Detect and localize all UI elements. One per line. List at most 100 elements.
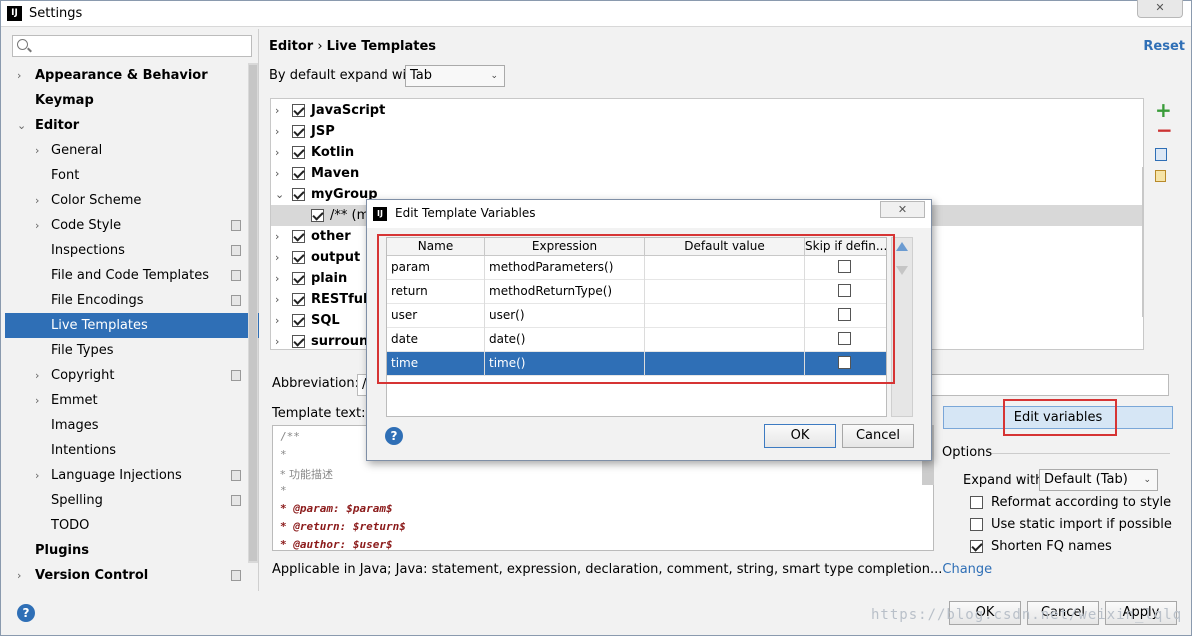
project-scope-icon	[231, 245, 241, 256]
project-scope-icon	[231, 470, 241, 481]
tree-item-label: Font	[51, 168, 80, 183]
group-checkbox[interactable]	[292, 251, 305, 264]
chevron-right-icon: ›	[275, 293, 280, 306]
highlight-box	[1003, 399, 1117, 436]
change-context-icon[interactable]	[1155, 170, 1166, 182]
move-down-icon[interactable]	[896, 266, 908, 275]
group-label: other	[311, 229, 351, 244]
tree-item-editor[interactable]: ⌄ Editor	[5, 113, 259, 138]
group-checkbox[interactable]	[292, 188, 305, 201]
tree-item-version-control[interactable]: › Version Control	[5, 563, 259, 588]
dialog-title-bar: IJ Edit Template Variables ✕	[367, 200, 931, 228]
tree-item-appearance[interactable]: › Appearance & Behavior	[5, 63, 259, 88]
remove-icon[interactable]: −	[1156, 118, 1173, 142]
close-window-button[interactable]: ✕	[1137, 0, 1183, 18]
tree-item-label: File Types	[51, 343, 114, 358]
tree-item-plugins[interactable]: Plugins	[5, 538, 259, 563]
template-line: * @author: $user$	[280, 538, 393, 551]
group-row-kotlin[interactable]: › Kotlin	[271, 142, 1143, 163]
group-label: SQL	[311, 313, 340, 328]
group-checkbox[interactable]	[292, 335, 305, 348]
tree-item-general[interactable]: › General	[5, 138, 259, 163]
tree-item-keymap[interactable]: Keymap	[5, 88, 259, 113]
dialog-close-button[interactable]: ✕	[880, 201, 925, 218]
reformat-checkbox[interactable]	[970, 496, 983, 509]
group-label: JSP	[311, 124, 335, 139]
tree-item-label: Language Injections	[51, 468, 182, 483]
tree-item-label: Inspections	[51, 243, 125, 258]
breadcrumb: Editor › Live Templates	[269, 39, 436, 54]
tree-item-label: TODO	[51, 518, 90, 533]
reset-link[interactable]: Reset	[1143, 39, 1185, 54]
tree-item-code-style[interactable]: › Code Style	[5, 213, 259, 238]
tree-item-intentions[interactable]: Intentions	[5, 438, 259, 463]
group-row-jsp[interactable]: › JSP	[271, 121, 1143, 142]
expand-with-select[interactable]: Default (Tab) ⌄	[1039, 469, 1158, 491]
tree-item-color-scheme[interactable]: › Color Scheme	[5, 188, 259, 213]
group-checkbox[interactable]	[292, 230, 305, 243]
watermark: https://blog.csdn.net/weixin_lqlq	[871, 607, 1183, 623]
project-scope-icon	[231, 220, 241, 231]
group-checkbox[interactable]	[292, 272, 305, 285]
tree-item-language-injections[interactable]: › Language Injections	[5, 463, 259, 488]
static-import-checkbox[interactable]	[970, 518, 983, 531]
expand-select[interactable]: Tab ⌄	[405, 65, 505, 87]
dialog-ok-button[interactable]: OK	[764, 424, 836, 448]
template-line: * 功能描述	[280, 468, 333, 481]
dialog-help-icon[interactable]: ?	[385, 427, 403, 445]
copy-icon[interactable]	[1155, 148, 1167, 161]
project-scope-icon	[231, 570, 241, 581]
chevron-right-icon: ›	[35, 219, 40, 232]
change-context-link[interactable]: Change	[942, 562, 992, 577]
tree-item-file-types[interactable]: File Types	[5, 338, 259, 363]
breadcrumb-leaf: Live Templates	[326, 39, 437, 54]
tree-item-file-code-templates[interactable]: File and Code Templates	[5, 263, 259, 288]
tree-item-images[interactable]: Images	[5, 413, 259, 438]
tree-item-copyright[interactable]: › Copyright	[5, 363, 259, 388]
chevron-right-icon: ›	[35, 144, 40, 157]
group-row-javascript[interactable]: › JavaScript	[271, 100, 1143, 121]
static-import-label: Use static import if possible	[991, 517, 1172, 532]
group-checkbox[interactable]	[292, 104, 305, 117]
tree-item-label: Version Control	[35, 568, 149, 583]
group-label: Maven	[311, 166, 360, 181]
edit-template-variables-dialog: IJ Edit Template Variables ✕ Name Expres…	[366, 199, 932, 461]
chevron-right-icon: ›	[17, 569, 22, 582]
tree-item-live-templates[interactable]: Live Templates	[5, 313, 259, 338]
group-row-maven[interactable]: › Maven	[271, 163, 1143, 184]
tree-item-emmet[interactable]: › Emmet	[5, 388, 259, 413]
chevron-right-icon: ›	[275, 230, 280, 243]
applicable-text: Applicable in Java; Java: statement, exp…	[272, 562, 943, 577]
help-icon[interactable]: ?	[17, 604, 35, 622]
tree-item-todo[interactable]: TODO	[5, 513, 259, 538]
template-toolbar: + −	[1144, 98, 1189, 350]
chevron-down-icon: ⌄	[17, 119, 27, 132]
scrollbar-thumb[interactable]	[249, 65, 257, 561]
tree-item-inspections[interactable]: Inspections	[5, 238, 259, 263]
template-checkbox[interactable]	[311, 209, 324, 222]
chevron-right-icon: ›	[35, 469, 40, 482]
expand-select-value: Tab	[410, 68, 433, 83]
template-line: *	[280, 484, 287, 497]
group-checkbox[interactable]	[292, 293, 305, 306]
settings-search-input[interactable]	[12, 35, 252, 57]
expand-with-value: Default (Tab)	[1044, 472, 1128, 487]
tree-item-spelling[interactable]: Spelling	[5, 488, 259, 513]
expand-with-label: Expand with	[963, 473, 1044, 488]
dialog-cancel-button[interactable]: Cancel	[842, 424, 914, 448]
group-checkbox[interactable]	[292, 314, 305, 327]
chevron-down-icon: ⌄	[275, 188, 285, 201]
chevron-right-icon: ›	[275, 335, 280, 348]
chevron-right-icon: ›	[275, 167, 280, 180]
sidebar-scrollbar[interactable]	[248, 63, 258, 563]
group-checkbox[interactable]	[292, 125, 305, 138]
tree-item-font[interactable]: Font	[5, 163, 259, 188]
intellij-logo-icon: IJ	[373, 207, 387, 221]
tree-item-label: Spelling	[51, 493, 103, 508]
settings-tree: › Appearance & Behavior Keymap ⌄ Editor › G…	[5, 63, 259, 588]
tree-item-file-encodings[interactable]: File Encodings	[5, 288, 259, 313]
group-checkbox[interactable]	[292, 167, 305, 180]
group-checkbox[interactable]	[292, 146, 305, 159]
shorten-fq-checkbox[interactable]	[970, 540, 983, 553]
move-up-icon[interactable]	[896, 242, 908, 251]
